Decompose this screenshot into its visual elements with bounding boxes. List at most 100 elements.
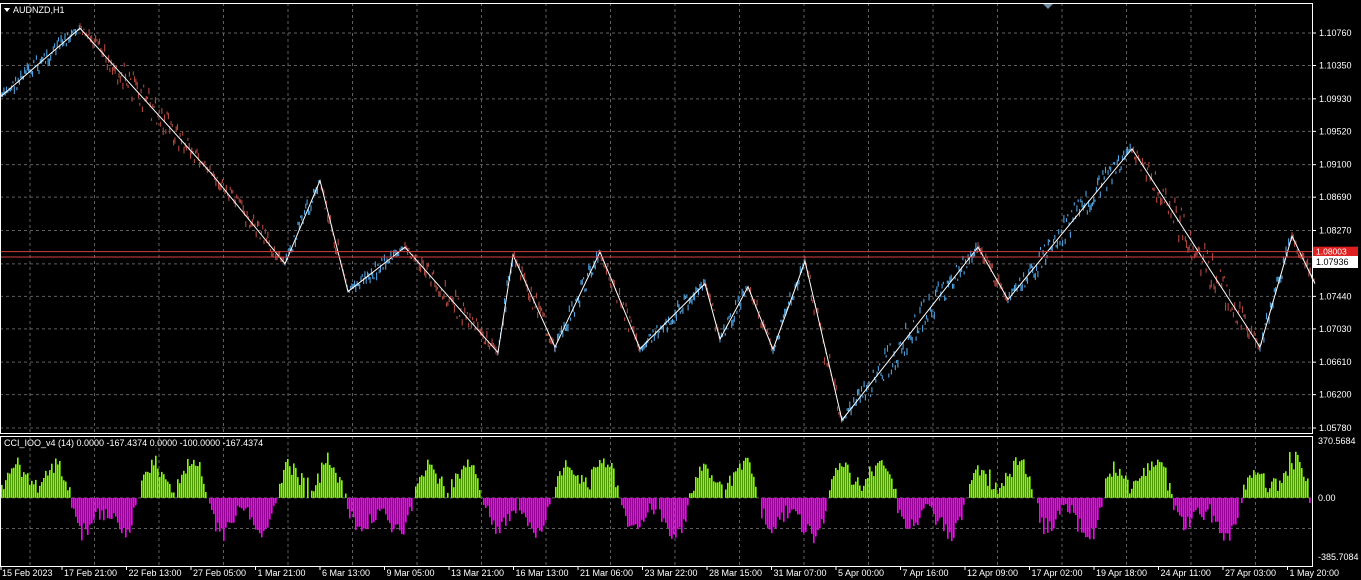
cci-bar bbox=[1247, 477, 1249, 498]
cci-bar bbox=[601, 463, 603, 498]
cci-bar bbox=[319, 482, 321, 498]
cci-bar bbox=[55, 458, 57, 498]
cci-bar bbox=[99, 497, 101, 520]
cci-axis[interactable]: 370.5684 0.00 -385.7084 bbox=[1318, 436, 1359, 562]
time-tick-label: 16 Mar 13:00 bbox=[516, 568, 569, 578]
cci-bar bbox=[529, 497, 531, 523]
time-tick-label: 7 Apr 16:00 bbox=[903, 568, 949, 578]
cci-bar bbox=[23, 472, 25, 498]
cci-bar bbox=[155, 455, 157, 498]
cci-bar bbox=[997, 493, 999, 498]
cci-bar bbox=[213, 497, 215, 514]
cci-bar bbox=[1241, 497, 1243, 504]
cci-bar bbox=[483, 497, 485, 505]
cci-bar bbox=[63, 480, 65, 498]
cci-bar bbox=[121, 497, 123, 534]
cci-bar bbox=[237, 497, 239, 506]
cci-bar bbox=[275, 497, 277, 504]
cci-bar bbox=[479, 490, 481, 498]
time-tick-label: 21 Mar 06:00 bbox=[580, 568, 633, 578]
cci-bar bbox=[815, 497, 817, 537]
cci-bar bbox=[419, 476, 421, 498]
cci-bar bbox=[591, 469, 593, 498]
cci-bar bbox=[289, 466, 291, 498]
cci-bar bbox=[1201, 497, 1203, 517]
cci-bar bbox=[915, 497, 917, 523]
cci-bar bbox=[455, 473, 457, 498]
cci-bar bbox=[953, 497, 955, 538]
cci-bar bbox=[903, 497, 905, 520]
cci-bar bbox=[881, 460, 883, 498]
cci-bar bbox=[753, 476, 755, 498]
cci-bar bbox=[359, 497, 361, 527]
cci-bar bbox=[409, 497, 411, 508]
cci-bar bbox=[919, 497, 921, 518]
cci-bar bbox=[341, 480, 343, 498]
cci-bar bbox=[1179, 497, 1181, 516]
cci-bar bbox=[1215, 497, 1217, 522]
cci-bar bbox=[407, 497, 409, 516]
cci-bar bbox=[109, 497, 111, 519]
cci-bar bbox=[1101, 497, 1103, 507]
cci-bar bbox=[235, 497, 237, 516]
cci-bar bbox=[733, 472, 735, 498]
chart-canvas[interactable]: 1.10760 1.10350 1.09930 1.09520 1.09100 1.086… bbox=[0, 0, 1361, 580]
cci-bar bbox=[713, 481, 715, 498]
cci-bar bbox=[1089, 497, 1091, 540]
time-tick-label: 22 Feb 13:00 bbox=[129, 568, 182, 578]
cci-bar bbox=[843, 467, 845, 498]
cci-bar bbox=[541, 497, 543, 532]
cci-bar bbox=[929, 497, 931, 507]
cci-bar bbox=[15, 464, 17, 498]
cci-bar bbox=[9, 473, 11, 498]
cci-bar bbox=[1169, 483, 1171, 498]
cci-bar bbox=[1111, 476, 1113, 498]
cci-bar bbox=[97, 497, 99, 509]
cci-bar bbox=[531, 497, 533, 529]
cci-bar bbox=[185, 473, 187, 498]
cci-bar bbox=[605, 467, 607, 498]
cci-bar bbox=[607, 464, 609, 498]
cci-bar bbox=[327, 452, 329, 498]
cci-bar bbox=[443, 486, 445, 498]
cci-bar bbox=[1253, 470, 1255, 498]
cci-bar bbox=[13, 467, 15, 498]
cci-bar bbox=[149, 472, 151, 498]
cci-bar bbox=[1283, 473, 1285, 498]
cci-bar bbox=[613, 468, 615, 498]
cci-bar bbox=[195, 465, 197, 498]
cci-bar bbox=[913, 497, 915, 527]
cci-bar bbox=[1011, 477, 1013, 498]
cci-bar bbox=[985, 473, 987, 498]
cci-bar bbox=[335, 472, 337, 498]
cci-bar bbox=[447, 492, 449, 498]
cci-bar bbox=[533, 497, 535, 533]
cci-bar bbox=[573, 474, 575, 498]
cci-bar bbox=[489, 497, 491, 518]
cci-bar bbox=[179, 483, 181, 498]
cci-bar bbox=[889, 474, 891, 498]
cci-bar bbox=[711, 475, 713, 498]
cci-bar bbox=[707, 468, 709, 498]
cci-bar bbox=[1049, 497, 1051, 522]
cci-bar bbox=[91, 497, 93, 524]
cci-bar bbox=[193, 459, 195, 498]
cci-bar bbox=[765, 497, 767, 525]
cci-bar bbox=[861, 490, 863, 498]
cci-tick-label: 0.00 bbox=[1318, 493, 1336, 503]
cci-bar bbox=[315, 485, 317, 498]
cci-bar bbox=[709, 477, 711, 498]
chart-menu-icon[interactable] bbox=[4, 8, 10, 12]
cci-bar bbox=[895, 488, 897, 498]
cci-bar bbox=[1291, 463, 1293, 498]
time-axis[interactable]: 15 Feb 2023 17 Feb 21:00 22 Feb 13:00 27 Fe… bbox=[0, 566, 1339, 578]
cci-bar bbox=[233, 497, 235, 523]
cci-bar bbox=[939, 497, 941, 518]
price-axis[interactable]: 1.10760 1.10350 1.09930 1.09520 1.09100 1.086… bbox=[1312, 28, 1358, 433]
cci-bar bbox=[1309, 497, 1311, 503]
cci-bar bbox=[53, 472, 55, 498]
cci-bar bbox=[907, 497, 909, 529]
cci-bar bbox=[1043, 497, 1045, 534]
cci-bar bbox=[169, 483, 171, 498]
cci-bar bbox=[215, 497, 217, 532]
